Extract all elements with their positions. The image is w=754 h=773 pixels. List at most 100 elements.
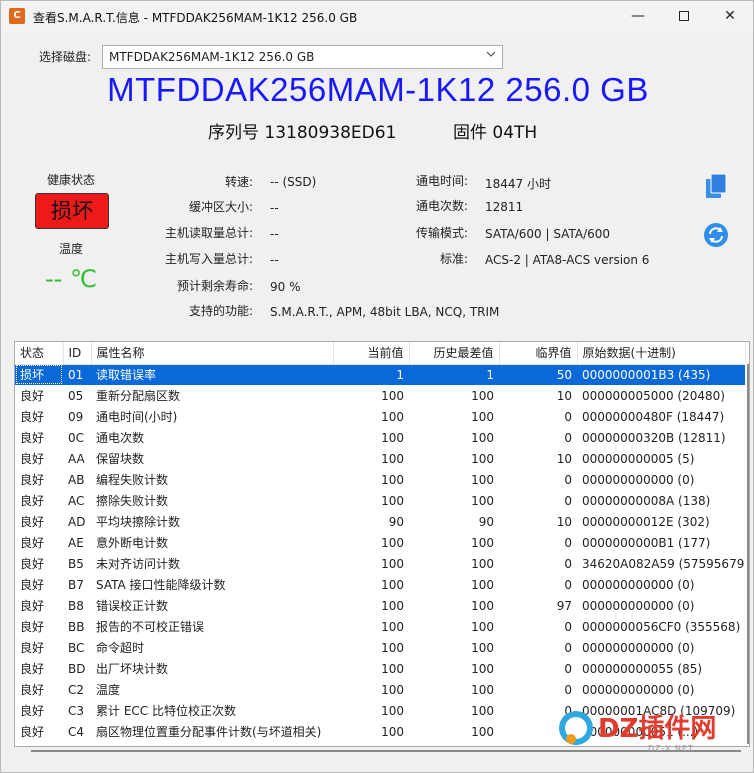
cell-attribute: 通电次数 (96, 431, 145, 445)
watermark: DZ插件网 DZ-X.NET (556, 706, 746, 756)
table-row[interactable]: 良好 BB 报告的不可校正错误 100 100 0 0000000056CF0 (35556… (15, 616, 745, 637)
column-header-id[interactable]: ID (63, 342, 92, 365)
cell-threshold: 0 (564, 409, 572, 424)
table-row[interactable]: 良好 0C 通电次数 100 100 0 00000000320B (12811) (15, 427, 745, 448)
cell-attribute: 报告的不可校正错误 (96, 620, 205, 634)
table-row[interactable]: 损坏 01 读取错误率 1 1 50 0000000001B3 (435) (15, 364, 745, 385)
column-header-raw[interactable]: 原始数据(十进制) (577, 342, 746, 365)
cell-worst: 100 (471, 451, 494, 466)
cell-current: 100 (381, 556, 404, 571)
vertical-scrollbar[interactable] (747, 364, 749, 744)
column-header-worst[interactable]: 历史最差值 (409, 342, 500, 365)
cell-threshold: 0 (564, 640, 572, 655)
cell-attribute: 错误校正计数 (96, 599, 169, 613)
table-row[interactable]: 良好 BC 命令超时 100 100 0 000000000000 (0) (15, 637, 745, 658)
table-row[interactable]: 良好 09 通电时间(小时) 100 100 0 00000000480F (18447) (15, 406, 745, 427)
cell-worst: 100 (471, 682, 494, 697)
cell-id: 09 (68, 409, 84, 424)
features-label: 支持的功能: (188, 304, 253, 318)
cell-id: B7 (68, 577, 84, 592)
column-header-current[interactable]: 当前值 (333, 342, 410, 365)
cell-status: 良好 (20, 683, 45, 697)
cell-worst: 100 (471, 661, 494, 676)
cell-id: BB (68, 619, 85, 634)
cell-id: AE (68, 535, 84, 550)
disk-select[interactable]: MTFDDAK256MAM-1K12 256.0 GB (102, 45, 503, 69)
cell-attribute: 编程失败计数 (96, 473, 169, 487)
cell-status: 损坏 (15, 364, 63, 385)
temperature-label: 温度 (59, 242, 84, 256)
cell-threshold: 0 (564, 619, 572, 634)
cell-id: BC (68, 640, 85, 655)
buffer-size-label: 缓冲区大小: (188, 200, 253, 214)
table-row[interactable]: 良好 AB 编程失败计数 100 100 0 000000000000 (0) (15, 469, 745, 490)
cell-id: 01 (63, 364, 91, 385)
disk-select-value: MTFDDAK256MAM-1K12 256.0 GB (109, 50, 315, 64)
table-row[interactable]: 良好 C2 温度 100 100 0 000000000000 (0) (15, 679, 745, 700)
cell-threshold: 0 (564, 661, 572, 676)
transfer-mode-label: 传输模式: (415, 226, 468, 240)
cell-status: 良好 (20, 557, 45, 571)
cell-current: 100 (381, 493, 404, 508)
cell-id: 0C (68, 430, 85, 445)
cell-worst: 100 (471, 409, 494, 424)
table-row[interactable]: 良好 AD 平均块擦除计数 90 90 10 00000000012E (302) (15, 511, 745, 532)
cell-id: B5 (68, 556, 84, 571)
cell-threshold: 0 (564, 472, 572, 487)
cell-worst: 100 (471, 619, 494, 634)
power-on-count-label: 通电次数: (415, 199, 468, 213)
disk-model-title: MTFDDAK256MAM-1K12 256.0 GB (107, 71, 649, 108)
cell-status: 良好 (20, 473, 45, 487)
refresh-icon[interactable] (703, 222, 729, 248)
column-header-attribute[interactable]: 属性名称 (91, 342, 334, 365)
cell-worst: 100 (471, 556, 494, 571)
cell-current: 100 (381, 619, 404, 634)
serial-number: 序列号 13180938ED61 (208, 123, 397, 143)
cell-raw: 0000000056CF0 (355568) (582, 619, 741, 634)
cell-attribute: 扇区物理位置重分配事件计数(与坏道相关) (96, 725, 322, 739)
table-row[interactable]: 良好 B7 SATA 接口性能降级计数 100 100 0 000000000000 (0) (15, 574, 745, 595)
table-row[interactable]: 良好 05 重新分配扇区数 100 100 10 000000005000 (20480) (15, 385, 745, 406)
cell-threshold: 0 (564, 493, 572, 508)
cell-status: 良好 (20, 704, 45, 718)
table-row[interactable]: 良好 BD 出厂坏块计数 100 100 0 000000000055 (85) (15, 658, 745, 679)
cell-current: 1 (333, 364, 409, 385)
smart-attribute-table[interactable]: 状态 ID 属性名称 当前值 历史最差值 临界值 原始数据(十进制) 损坏 01 读… (14, 341, 750, 747)
maximize-button[interactable] (661, 1, 707, 31)
cell-current: 100 (381, 451, 404, 466)
table-row[interactable]: 良好 AC 擦除失败计数 100 100 0 00000000008A (138) (15, 490, 745, 511)
column-header-status[interactable]: 状态 (15, 342, 64, 365)
standard-label: 标准: (439, 252, 468, 266)
power-on-hours-value: 18447 小时 (485, 177, 551, 191)
cell-current: 100 (381, 703, 404, 718)
table-row[interactable]: 良好 B8 错误校正计数 100 100 97 000000000000 (0) (15, 595, 745, 616)
cell-threshold: 0 (564, 682, 572, 697)
title-bar[interactable]: C 查看S.M.A.R.T.信息 - MTFDDAK256MAM-1K12 25… (1, 1, 753, 31)
cell-id: AA (68, 451, 85, 466)
cell-raw: 000000000000 (0) (582, 640, 695, 655)
maximize-icon (679, 11, 689, 21)
cell-attribute: 平均块擦除计数 (96, 515, 181, 529)
minimize-button[interactable]: — (615, 1, 661, 31)
cell-current: 100 (381, 535, 404, 550)
table-row[interactable]: 良好 AE 意外断电计数 100 100 0 0000000000B1 (177) (15, 532, 745, 553)
cell-current: 100 (381, 598, 404, 613)
features-value: S.M.A.R.T., APM, 48bit LBA, NCQ, TRIM (270, 305, 500, 319)
cell-threshold: 0 (564, 556, 572, 571)
copy-icon[interactable] (703, 173, 729, 199)
transfer-mode-value: SATA/600 | SATA/600 (485, 227, 611, 241)
cell-raw: 000000005000 (20480) (582, 388, 725, 403)
cell-id: BD (68, 661, 86, 676)
cell-status: 良好 (20, 620, 45, 634)
table-row[interactable]: 良好 B5 未对齐访问计数 100 100 0 34620A082A59 (57595679 (15, 553, 745, 574)
column-header-threshold[interactable]: 临界值 (499, 342, 578, 365)
close-button[interactable]: ✕ (707, 1, 753, 31)
cell-threshold: 10 (556, 388, 572, 403)
cell-id: AD (68, 514, 86, 529)
cell-threshold: 10 (556, 514, 572, 529)
cell-current: 100 (381, 409, 404, 424)
power-on-count-value: 12811 (485, 200, 524, 214)
cell-worst: 100 (471, 388, 494, 403)
cell-attribute: 出厂坏块计数 (96, 662, 169, 676)
table-row[interactable]: 良好 AA 保留块数 100 100 10 000000000005 (5) (15, 448, 745, 469)
